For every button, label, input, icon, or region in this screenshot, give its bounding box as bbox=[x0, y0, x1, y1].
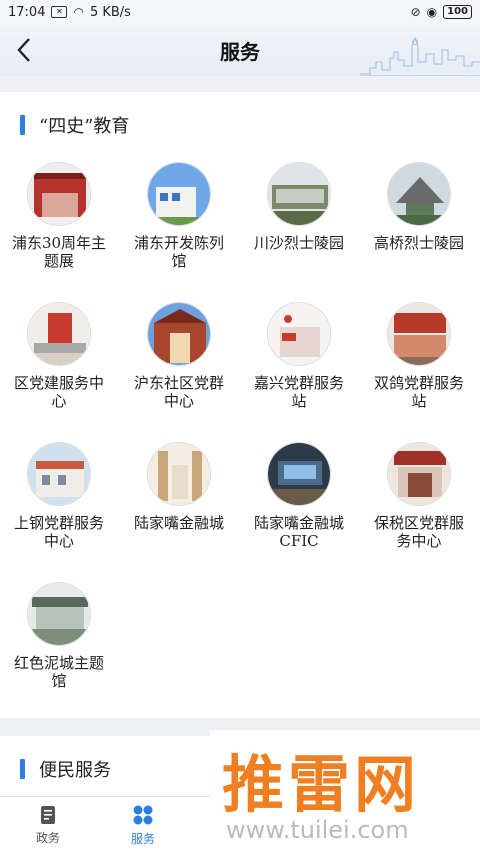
venue-item[interactable]: 陆家嘴金融城CFIC bbox=[244, 442, 354, 550]
venue-item[interactable]: 嘉兴党群服务站 bbox=[244, 302, 354, 410]
venue-label: 沪东社区党群中心 bbox=[133, 374, 224, 410]
app-header: 服务 bbox=[0, 24, 480, 76]
venue-label: 嘉兴党群服务站 bbox=[253, 374, 344, 410]
venue-item[interactable]: 高桥烈士陵园 bbox=[364, 162, 474, 252]
venue-item[interactable]: 区党建服务中心 bbox=[4, 302, 114, 410]
notification-x-icon: ✕ bbox=[51, 6, 68, 18]
venue-thumbnail bbox=[147, 442, 211, 506]
venue-label: 区党建服务中心 bbox=[13, 374, 104, 410]
venue-item[interactable]: 沪东社区党群中心 bbox=[124, 302, 234, 410]
venue-label: 浦东30周年主题展 bbox=[11, 234, 107, 270]
watermark: 推雷网 www.tuilei.com bbox=[210, 730, 480, 853]
venue-label: 高桥烈士陵园 bbox=[373, 234, 464, 252]
venue-label: 上钢党群服务中心 bbox=[13, 514, 104, 550]
venue-item[interactable]: 陆家嘴金融城 bbox=[124, 442, 234, 532]
venue-thumbnail bbox=[147, 302, 211, 366]
document-icon bbox=[41, 806, 55, 824]
venue-thumbnail bbox=[27, 162, 91, 226]
venue-thumbnail bbox=[267, 442, 331, 506]
venue-thumbnail bbox=[27, 442, 91, 506]
venue-thumbnail bbox=[267, 302, 331, 366]
venue-thumbnail bbox=[27, 302, 91, 366]
grid-icon bbox=[133, 805, 153, 825]
watermark-url: www.tuilei.com bbox=[226, 816, 409, 844]
section-title: 便民服务 bbox=[39, 760, 111, 781]
venue-thumbnail bbox=[27, 582, 91, 646]
venue-label: 川沙烈士陵园 bbox=[253, 234, 344, 252]
status-bar: 17:04 ✕ ◠ 5 KB/s ⊘ ◉ 100 bbox=[0, 0, 480, 24]
venue-label: 保税区党群服务中心 bbox=[373, 514, 464, 550]
section-accent-bar bbox=[20, 759, 25, 779]
mute-icon: ⊘ bbox=[410, 5, 421, 19]
tab-government[interactable]: 政务 bbox=[3, 797, 93, 853]
section-header: “四史”教育 bbox=[20, 112, 129, 138]
network-speed: 5 KB/s bbox=[89, 4, 131, 20]
venue-label: 陆家嘴金融城 bbox=[133, 514, 224, 532]
section-header: 便民服务 bbox=[20, 756, 111, 782]
section-title: “四史”教育 bbox=[39, 116, 130, 137]
tab-label: 服务 bbox=[130, 832, 155, 846]
venue-item[interactable]: 保税区党群服务中心 bbox=[364, 442, 474, 550]
venue-item[interactable]: 双鸽党群服务站 bbox=[364, 302, 474, 410]
venue-item[interactable]: 浦东开发陈列馆 bbox=[124, 162, 234, 270]
status-time: 17:04 bbox=[8, 4, 46, 20]
venue-item[interactable]: 上钢党群服务中心 bbox=[4, 442, 114, 550]
wifi-icon: ◠ bbox=[73, 5, 84, 19]
venue-item[interactable]: 浦东30周年主题展 bbox=[4, 162, 114, 270]
venue-label: 陆家嘴金融城CFIC bbox=[253, 514, 344, 550]
venue-thumbnail bbox=[147, 162, 211, 226]
battery-icon: 100 bbox=[443, 5, 472, 19]
tab-services[interactable]: 服务 bbox=[98, 797, 188, 853]
watermark-logo-text: 推雷网 bbox=[222, 748, 421, 821]
venue-label: 双鸽党群服务站 bbox=[373, 374, 464, 410]
section-accent-bar bbox=[20, 115, 25, 135]
venue-thumbnail bbox=[387, 162, 451, 226]
venue-label: 红色泥城主题馆 bbox=[13, 654, 104, 690]
venue-item[interactable]: 川沙烈士陵园 bbox=[244, 162, 354, 252]
venue-thumbnail bbox=[267, 162, 331, 226]
venue-thumbnail bbox=[387, 442, 451, 506]
venue-label: 浦东开发陈列馆 bbox=[133, 234, 224, 270]
alarm-icon: ◉ bbox=[426, 5, 438, 19]
skyline-decoration bbox=[360, 36, 480, 76]
venue-item[interactable]: 红色泥城主题馆 bbox=[4, 582, 114, 690]
tab-label: 政务 bbox=[35, 831, 60, 845]
four-history-education-section: “四史”教育 浦东30周年主题展 浦东开发陈列馆 川沙烈士陵园 高桥烈士陵园 区… bbox=[0, 92, 480, 718]
venue-thumbnail bbox=[387, 302, 451, 366]
